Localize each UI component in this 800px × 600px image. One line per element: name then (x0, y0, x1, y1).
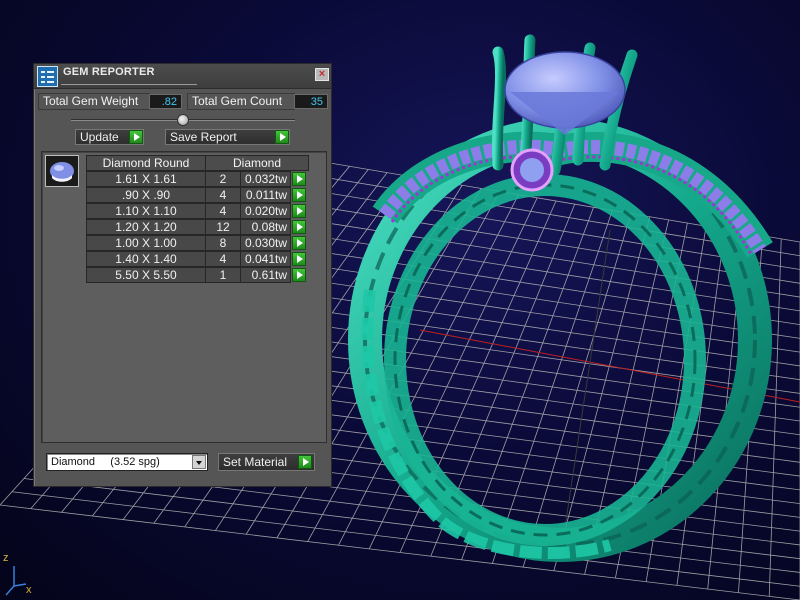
save-report-button-label: Save Report (170, 130, 237, 144)
material-select-value: Diamond (3.52 spg) (51, 456, 160, 468)
axis-gizmo (5, 566, 27, 596)
gem-count-cell: 12 (205, 219, 241, 235)
gem-count-cell: 8 (205, 235, 241, 251)
panel-title: GEM REPORTER (63, 66, 155, 78)
save-report-button[interactable]: Save Report (165, 129, 290, 145)
gem-count-cell: 2 (205, 171, 241, 187)
update-arrow-icon[interactable] (129, 130, 143, 144)
gem-weight-cell: 0.020tw (240, 203, 291, 219)
column-header-material: Diamond (205, 155, 309, 171)
material-select[interactable]: Diamond (3.52 spg) (46, 453, 208, 471)
gem-size-cell: 1.61 X 1.61 (86, 171, 206, 187)
gem-weight-cell: 0.011tw (240, 187, 291, 203)
gem-weight-cell: 0.61tw (240, 267, 291, 283)
row-select-arrow-icon[interactable] (292, 220, 306, 234)
gem-reporter-app-icon (37, 66, 58, 87)
gem-count-cell: 4 (205, 187, 241, 203)
row-select-arrow-icon[interactable] (292, 236, 306, 250)
row-select-arrow-icon[interactable] (292, 188, 306, 202)
axis-x-label: x (26, 584, 32, 596)
chevron-down-icon[interactable] (192, 455, 206, 469)
total-gem-weight-label: Total Gem Weight (38, 93, 150, 110)
axis-z-label: z (3, 552, 9, 564)
set-material-button-label: Set Material (223, 455, 288, 469)
save-report-arrow-icon[interactable] (275, 130, 289, 144)
title-bar[interactable]: GEM REPORTER × (34, 64, 331, 89)
gem-size-cell: .90 X .90 (86, 187, 206, 203)
diamond-round-icon (50, 162, 74, 182)
set-material-arrow-icon[interactable] (298, 455, 312, 469)
gem-size-cell: 1.20 X 1.20 (86, 219, 206, 235)
row-select-arrow-icon[interactable] (292, 268, 306, 282)
gem-count-cell: 4 (205, 203, 241, 219)
gem-size-cell: 1.10 X 1.10 (86, 203, 206, 219)
gem-size-cell: 1.40 X 1.40 (86, 251, 206, 267)
total-gem-weight-value: .82 (149, 94, 182, 109)
row-select-arrow-icon[interactable] (292, 172, 306, 186)
diamond-thumbnail[interactable] (45, 155, 79, 187)
gem-reporter-panel: GEM REPORTER × Total Gem Weight .82 Tota… (33, 63, 332, 487)
gem-size-cell: 1.00 X 1.00 (86, 235, 206, 251)
total-gem-count-label: Total Gem Count (187, 93, 295, 110)
row-select-arrow-icon[interactable] (292, 204, 306, 218)
title-divider (61, 84, 197, 85)
gem-weight-cell: 0.08tw (240, 219, 291, 235)
slider-handle[interactable] (177, 114, 189, 126)
total-gem-count-value: 35 (294, 94, 328, 109)
gem-weight-cell: 0.032tw (240, 171, 291, 187)
gem-count-cell: 4 (205, 251, 241, 267)
gem-table-area: Diamond Round Diamond 1.61 X 1.61 2 0.032tw.… (41, 151, 327, 443)
gem-count-cell: 1 (205, 267, 241, 283)
gem-weight-cell: 0.041tw (240, 251, 291, 267)
gem-weight-cell: 0.030tw (240, 235, 291, 251)
row-select-arrow-icon[interactable] (292, 252, 306, 266)
update-button-label: Update (80, 130, 119, 144)
close-button[interactable]: × (314, 67, 330, 82)
column-header-gem-type: Diamond Round (86, 155, 206, 171)
gem-size-cell: 5.50 X 5.50 (86, 267, 206, 283)
